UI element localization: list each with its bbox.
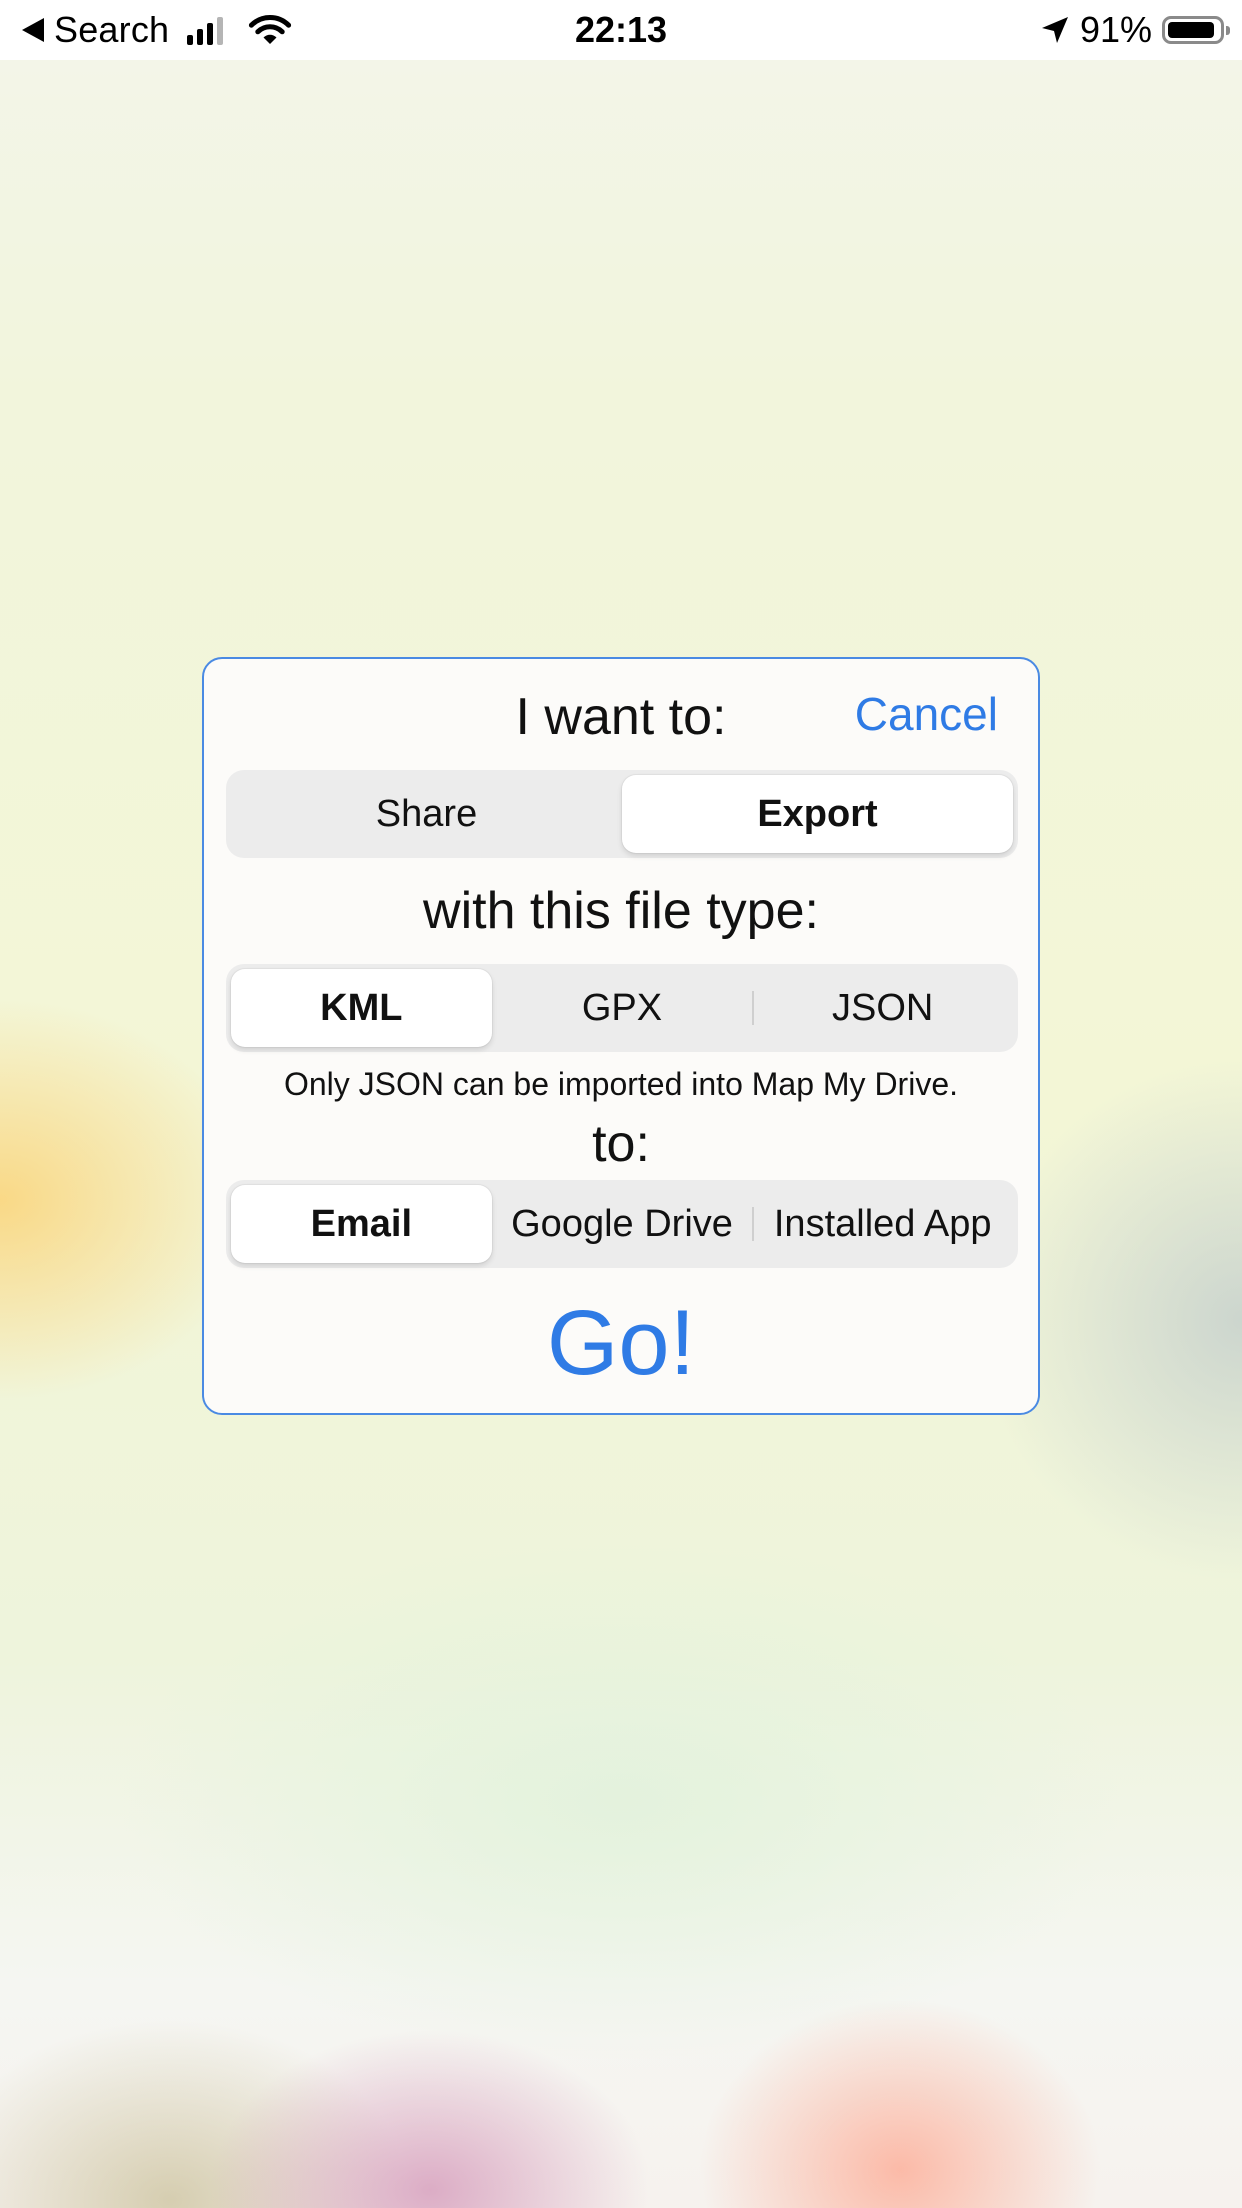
action-segmented-control: Share Export [226, 770, 1018, 858]
file-type-heading: with this file type: [423, 882, 819, 940]
file-type-segmented-control: KML GPX JSON [226, 964, 1018, 1052]
destination-heading: to: [592, 1115, 650, 1173]
cancel-button[interactable]: Cancel [855, 687, 998, 741]
battery-percentage: 91% [1079, 9, 1152, 50]
import-note: Only JSON can be imported into Map My Dr… [283, 1066, 958, 1102]
battery-tip [1226, 26, 1230, 35]
battery-icon [1162, 16, 1230, 44]
segment-google-drive[interactable]: Google Drive [492, 1185, 753, 1263]
go-button[interactable]: Go! [204, 1291, 1038, 1396]
segment-share[interactable]: Share [231, 775, 622, 853]
location-arrow-icon [1041, 17, 1068, 43]
segment-gpx[interactable]: GPX [492, 969, 753, 1047]
segment-json[interactable]: JSON [752, 969, 1013, 1047]
status-right: 91% [1040, 0, 1230, 60]
battery-level [1168, 22, 1214, 38]
segment-installed-app[interactable]: Installed App [752, 1185, 1013, 1263]
share-export-dialog: I want to: Cancel Share Export with this… [202, 657, 1040, 1415]
destination-segmented-control: Email Google Drive Installed App [226, 1180, 1018, 1268]
segment-export[interactable]: Export [622, 775, 1013, 853]
status-bar: Search 22:13 91% [0, 0, 1242, 60]
segment-kml[interactable]: KML [231, 969, 492, 1047]
segment-email[interactable]: Email [231, 1185, 492, 1263]
